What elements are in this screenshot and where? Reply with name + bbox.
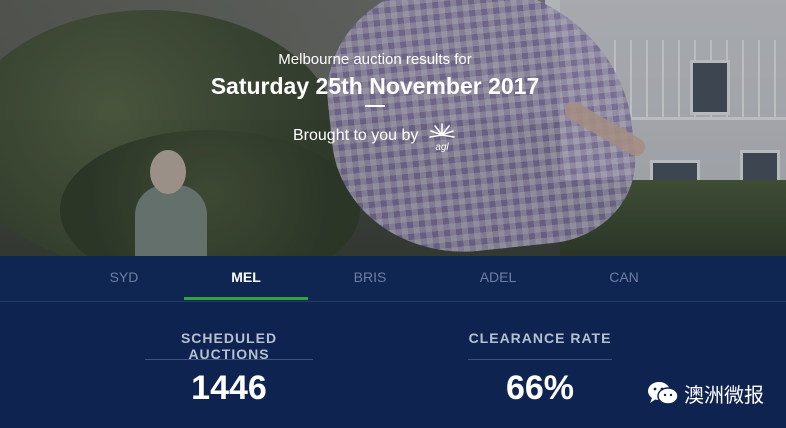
stat-clearance-rate: CLEARANCE RATE 66%	[468, 302, 612, 408]
watermark-text: 澳洲微报	[684, 382, 764, 407]
stat-scheduled-auctions: SCHEDULED AUCTIONS 1446	[145, 302, 313, 408]
hero-banner: Melbourne auction results for Saturday 2…	[0, 0, 786, 256]
stat-value: 1446	[191, 369, 267, 407]
city-tabs: SYD MEL BRIS ADEL CAN	[0, 256, 786, 302]
stat-value: 66%	[505, 369, 575, 407]
sponsor-text: Brought to you by	[293, 127, 419, 144]
stat-label: CLEARANCE RATE	[468, 330, 612, 346]
agl-logo-icon: agl	[429, 123, 455, 153]
wechat-icon	[648, 382, 679, 405]
tab-syd[interactable]: SYD	[62, 256, 186, 302]
hero-divider	[365, 105, 385, 107]
tab-bris[interactable]: BRIS	[308, 256, 432, 302]
hero-date: Saturday 25th November 2017	[210, 73, 540, 99]
watermark: 澳洲微报	[646, 378, 764, 408]
svg-text:agl: agl	[435, 142, 449, 153]
stat-label: SCHEDULED AUCTIONS	[180, 330, 278, 362]
hero-subtitle: Melbourne auction results for	[278, 51, 472, 68]
hero-text: Melbourne auction results for Saturday 2…	[0, 0, 786, 256]
tab-can[interactable]: CAN	[562, 256, 686, 302]
auction-stats: SCHEDULED AUCTIONS 1446 CLEARANCE RATE 6…	[0, 302, 786, 428]
tab-mel[interactable]: MEL	[184, 256, 308, 302]
tab-adel[interactable]: ADEL	[436, 256, 560, 302]
